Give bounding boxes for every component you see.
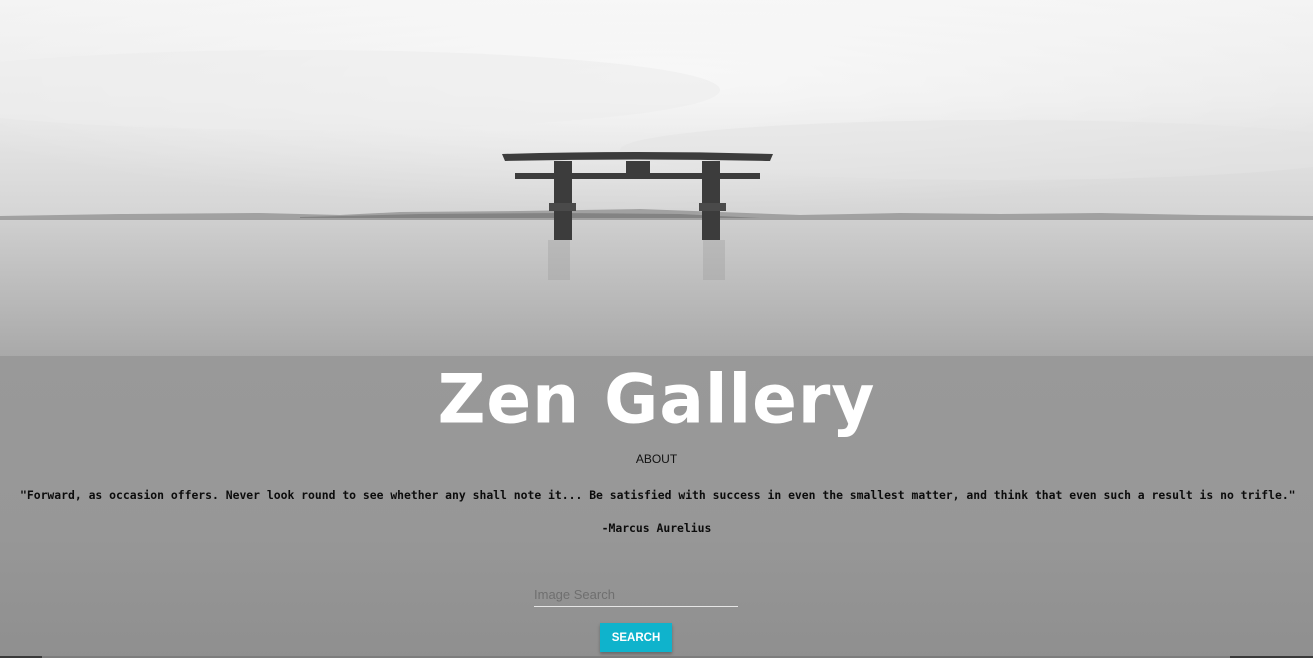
about-link[interactable]: ABOUT [0, 452, 1313, 466]
torii-photo [0, 0, 1313, 356]
quote-text: "Forward, as occasion offers. Never look… [20, 488, 1296, 502]
site-title: Zen Gallery [437, 360, 876, 439]
image-search-input[interactable] [534, 582, 738, 607]
hero-image [0, 0, 1313, 356]
page: Zen Gallery ABOUT "Forward, as occasion … [0, 0, 1313, 658]
quote-author: -Marcus Aurelius [601, 521, 712, 535]
content-area: Zen Gallery ABOUT "Forward, as occasion … [0, 356, 1313, 658]
search-button[interactable]: SEARCH [600, 623, 672, 652]
